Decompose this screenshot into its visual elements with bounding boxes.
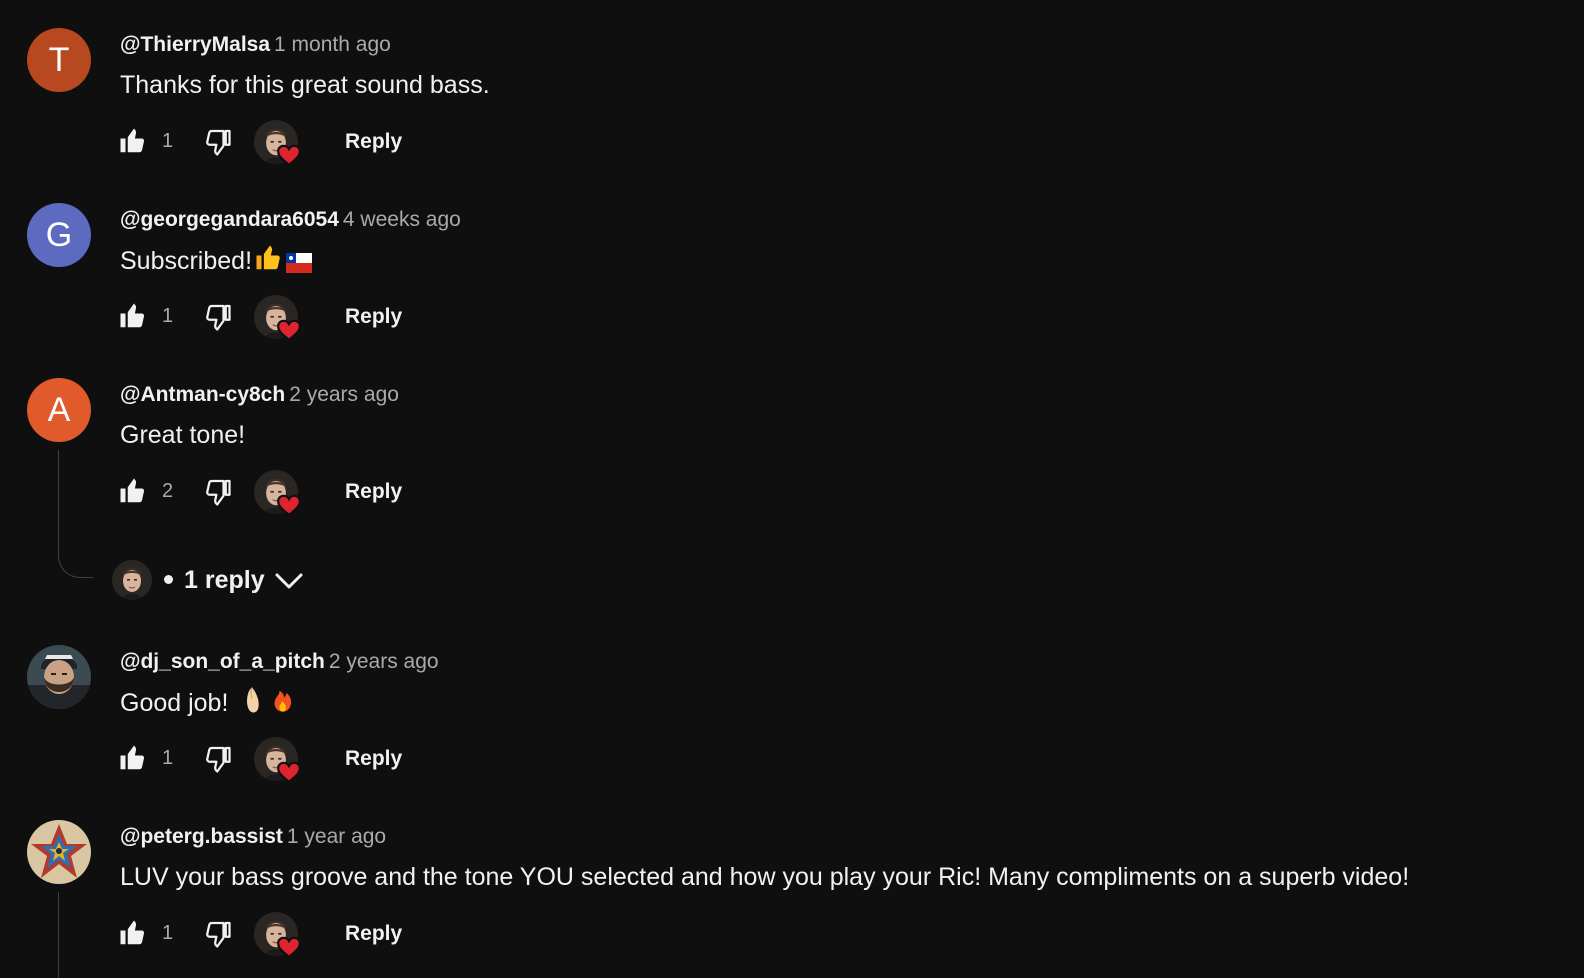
- comment-header: @Antman-cy8ch 2 years ago: [120, 382, 399, 408]
- like-count: 1: [162, 305, 174, 327]
- like-button[interactable]: [118, 743, 150, 775]
- reply-thread-connector: [58, 450, 93, 578]
- author-name-link[interactable]: @peterg.bassist: [120, 825, 283, 848]
- comment-thread: G @georgegandara6054 4 weeks ago Subscribed…: [0, 203, 1584, 343]
- thumbs-down-icon: [202, 743, 232, 773]
- reply-thread-connector: [58, 892, 93, 978]
- author-name-link[interactable]: @georgegandara6054: [120, 208, 339, 231]
- comment-actions: 1 Reply: [118, 295, 438, 343]
- thumbs-down-icon: [202, 476, 232, 506]
- like-count: 1: [162, 747, 174, 769]
- pinched-fingers-emoji: [237, 685, 267, 724]
- thumbs-up-icon: [118, 743, 148, 773]
- comment-text: Great tone!: [120, 418, 245, 452]
- comment-text-content: Subscribed!: [120, 247, 253, 275]
- thumbs-up-icon: [118, 918, 148, 948]
- comment-thread: A @Antman-cy8ch 2 years ago Great tone! 2 Rep…: [0, 378, 1584, 518]
- thumbs-up-emoji: [254, 243, 284, 282]
- comment-timestamp-link[interactable]: 1 month ago: [274, 33, 391, 56]
- reply-button[interactable]: Reply: [345, 305, 402, 329]
- bearded-man-photo-icon: [27, 645, 91, 709]
- author-avatar[interactable]: T: [27, 28, 91, 92]
- author-avatar[interactable]: A: [27, 378, 91, 442]
- thumbs-down-icon: [202, 918, 232, 948]
- comment-thread: @peterg.bassist 1 year ago LUV your bass g…: [0, 820, 1584, 960]
- comment-thread: @dj_son_of_a_pitch 2 years ago Good job! 1…: [0, 645, 1584, 785]
- like-button[interactable]: [118, 918, 150, 950]
- like-count: 1: [162, 130, 174, 152]
- like-button[interactable]: [118, 126, 150, 158]
- comment-actions: 2 Reply: [118, 470, 438, 518]
- comment-header: @dj_son_of_a_pitch 2 years ago: [120, 649, 439, 675]
- thumbs-down-icon: [202, 301, 232, 331]
- author-avatar[interactable]: G: [27, 203, 91, 267]
- replies-count-label: 1 reply: [184, 566, 265, 594]
- creator-heart-badge: [254, 737, 306, 785]
- thumbs-up-icon: [118, 301, 148, 331]
- like-count: 2: [162, 480, 174, 502]
- creator-heart-badge: [254, 470, 306, 518]
- chile-flag-emoji: [286, 248, 313, 282]
- reply-button[interactable]: Reply: [345, 922, 402, 946]
- comment-timestamp-link[interactable]: 2 years ago: [289, 383, 399, 406]
- like-button[interactable]: [118, 301, 150, 333]
- comment-text: Good job!: [120, 685, 297, 724]
- author-avatar[interactable]: [27, 820, 91, 884]
- dislike-button[interactable]: [202, 743, 234, 775]
- author-name-link[interactable]: @Antman-cy8ch: [120, 383, 285, 406]
- creator-avatar-icon: [112, 560, 152, 600]
- chevron-down-icon: [274, 568, 304, 597]
- author-name-link[interactable]: @ThierryMalsa: [120, 33, 270, 56]
- like-count: 1: [162, 922, 174, 944]
- fire-emoji: [269, 685, 297, 724]
- comment-actions: 1 Reply: [118, 912, 438, 960]
- view-replies-button[interactable]: 1 reply: [112, 556, 322, 604]
- mosaic-pattern-photo-icon: [27, 820, 91, 884]
- comment-timestamp-link[interactable]: 2 years ago: [329, 650, 439, 673]
- reply-button[interactable]: Reply: [345, 130, 402, 154]
- dislike-button[interactable]: [202, 301, 234, 333]
- thumbs-down-icon: [202, 126, 232, 156]
- comment-text-content: Good job!: [120, 689, 236, 717]
- comment-text: Subscribed!: [120, 243, 313, 282]
- comments-section: T @ThierryMalsa 1 month ago Thanks for this…: [0, 0, 1584, 978]
- comment-header: @georgegandara6054 4 weeks ago: [120, 207, 461, 233]
- dislike-button[interactable]: [202, 918, 234, 950]
- creator-heart-badge: [254, 120, 306, 168]
- author-avatar[interactable]: [27, 645, 91, 709]
- comment-header: @ThierryMalsa 1 month ago: [120, 32, 391, 58]
- comment-thread: T @ThierryMalsa 1 month ago Thanks for this…: [0, 28, 1584, 168]
- author-name-link[interactable]: @dj_son_of_a_pitch: [120, 650, 325, 673]
- dislike-button[interactable]: [202, 126, 234, 158]
- thumbs-up-icon: [118, 126, 148, 156]
- comment-timestamp-link[interactable]: 4 weeks ago: [343, 208, 461, 231]
- creator-heart-badge: [254, 912, 306, 960]
- reply-button[interactable]: Reply: [345, 480, 402, 504]
- comment-text-content: Thanks for this great sound bass.: [120, 71, 490, 99]
- comment-text: LUV your bass groove and the tone YOU se…: [120, 860, 1409, 894]
- comment-actions: 1 Reply: [118, 737, 438, 785]
- comment-actions: 1 Reply: [118, 120, 438, 168]
- comment-timestamp-link[interactable]: 1 year ago: [287, 825, 386, 848]
- comment-text: Thanks for this great sound bass.: [120, 68, 490, 102]
- like-button[interactable]: [118, 476, 150, 508]
- comment-text-content: Great tone!: [120, 421, 246, 449]
- separator-dot: [164, 575, 173, 584]
- comment-header: @peterg.bassist 1 year ago: [120, 824, 386, 850]
- reply-button[interactable]: Reply: [345, 747, 402, 771]
- dislike-button[interactable]: [202, 476, 234, 508]
- comment-text-content: LUV your bass groove and the tone YOU se…: [120, 863, 1410, 891]
- thumbs-up-icon: [118, 476, 148, 506]
- creator-heart-badge: [254, 295, 306, 343]
